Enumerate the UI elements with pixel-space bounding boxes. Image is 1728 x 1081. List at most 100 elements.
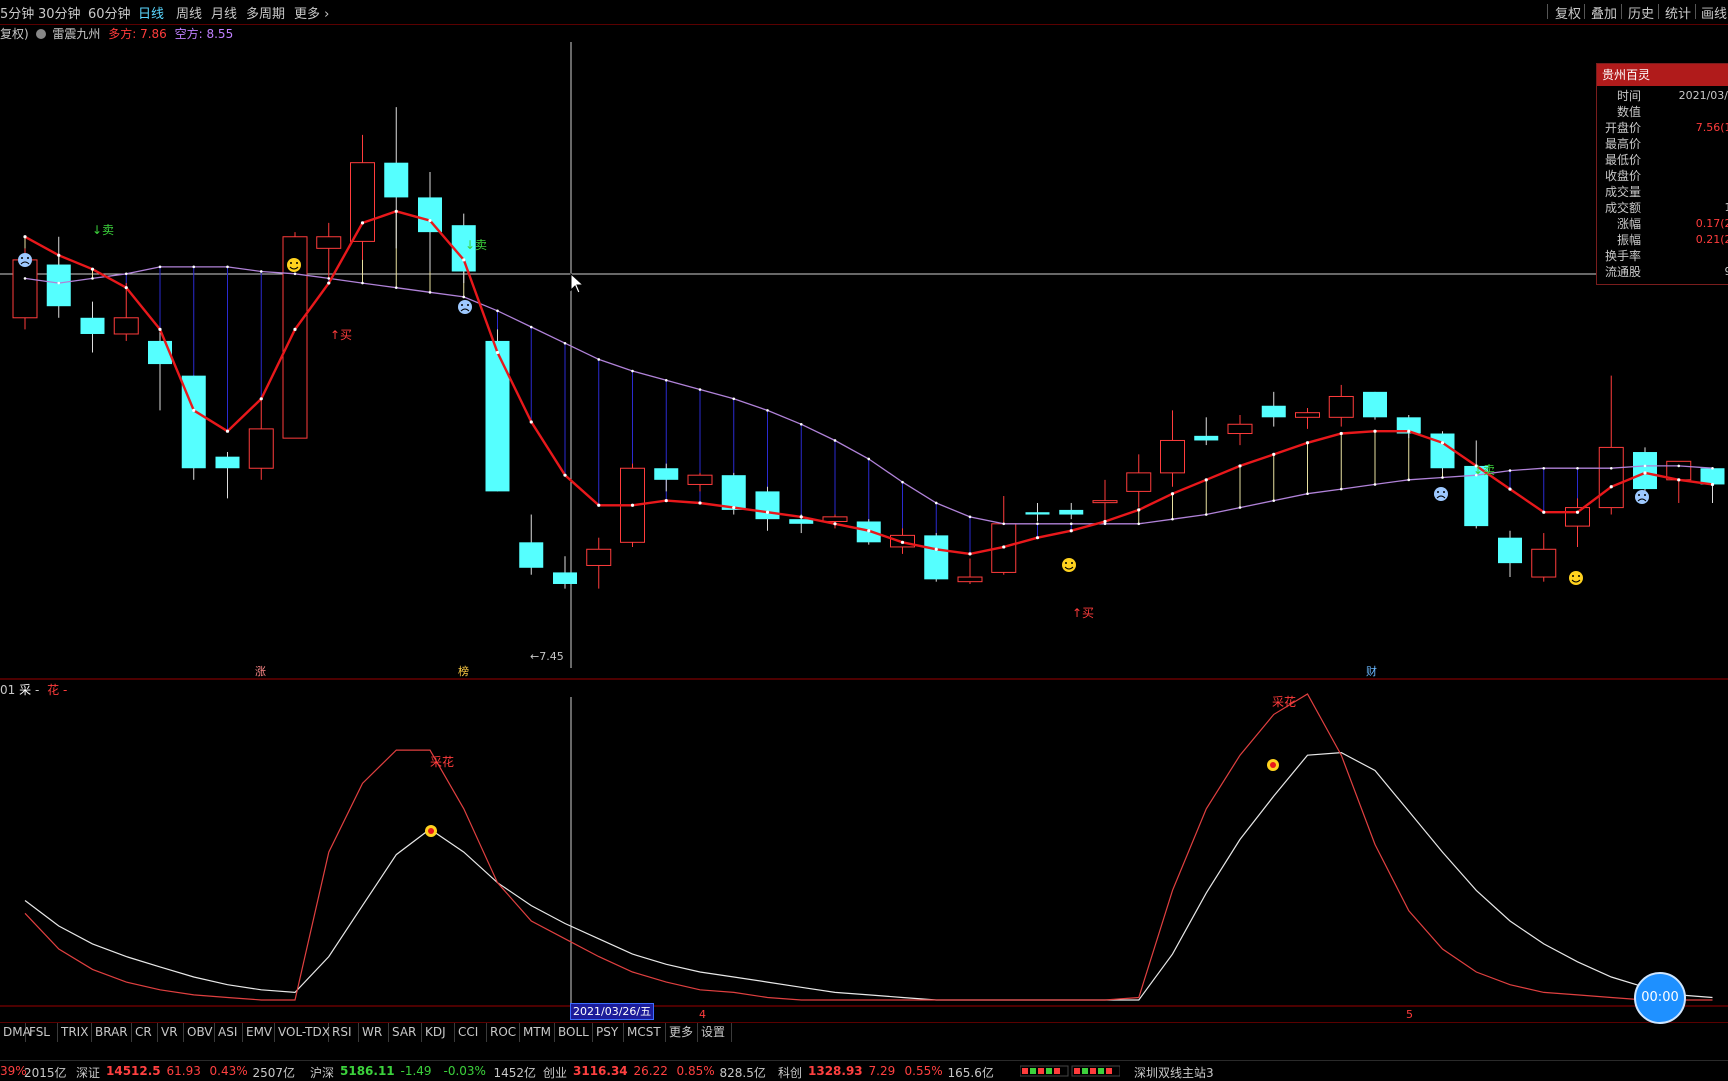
ma-fast-point	[1441, 441, 1444, 444]
indicator-tab-sar[interactable]: SAR	[389, 1023, 422, 1042]
indicator-tab-mcst[interactable]: MCST	[624, 1023, 666, 1042]
ma-slow-point	[57, 282, 60, 285]
server-name[interactable]: 深圳双线主站3	[1134, 1064, 1214, 1081]
ma-fast-point	[91, 268, 94, 271]
ma-fast-point	[1643, 471, 1646, 474]
ma-slow-point	[327, 277, 330, 280]
candle-body-down	[756, 491, 780, 519]
indicator-tab-cci[interactable]: CCI	[455, 1023, 487, 1042]
candle-body-down	[1026, 512, 1050, 514]
indicator-tab-asi[interactable]: ASI	[215, 1023, 243, 1042]
candle-body-down	[1363, 392, 1387, 417]
ma-fast-point	[968, 552, 971, 555]
event-label-finance[interactable]: 财	[1366, 664, 1377, 678]
info-row-value: 7.56(1.	[1696, 120, 1728, 136]
ma-slow-point	[1340, 488, 1343, 491]
index-amount: 165.6亿	[948, 1064, 994, 1081]
indicator-tab--[interactable]: 更多	[666, 1023, 698, 1042]
indicator-tab-brar[interactable]: BRAR	[92, 1023, 132, 1042]
ma-fast-point	[23, 235, 26, 238]
info-row-value: 9.	[1725, 264, 1728, 280]
ma-slow-point	[597, 358, 600, 361]
smile-icon	[1569, 571, 1583, 585]
event-label-rise[interactable]: 涨	[255, 665, 266, 678]
ma-slow-point	[1104, 522, 1107, 525]
kline-chart[interactable]: ↓卖 ↑买 ↓卖 ↑买 ↓卖 ←7.45 涨 榜 财 采花 采花 4 5	[0, 0, 1728, 1080]
ma-slow-point	[1542, 467, 1545, 470]
low-price-mark: ←7.45	[530, 650, 564, 663]
candle-body-down	[553, 572, 577, 584]
candle-body-down	[384, 163, 408, 198]
ma-slow-point	[429, 291, 432, 294]
indicator-tab-emv[interactable]: EMV	[243, 1023, 275, 1042]
info-row-value: 2021/03/2	[1679, 88, 1728, 104]
candle-body-up	[1127, 473, 1151, 492]
ma-fast-point	[1306, 441, 1309, 444]
indicator-tab--[interactable]: 设置	[698, 1023, 732, 1042]
ma-slow-point	[1036, 522, 1039, 525]
candle-body-up	[1329, 396, 1353, 417]
indicator-tab-boll[interactable]: BOLL	[555, 1023, 593, 1042]
indicator-tab-cr[interactable]: CR	[132, 1023, 158, 1042]
ma-slow-point	[1306, 492, 1309, 495]
indicator-name[interactable]: 采	[19, 683, 31, 697]
event-label-list[interactable]: 榜	[458, 664, 469, 678]
ma-slow-point	[1070, 522, 1073, 525]
indicator-tab-roc[interactable]: ROC	[487, 1023, 520, 1042]
ma-fast-point	[395, 210, 398, 213]
ma-fast-point	[57, 254, 60, 257]
indicator-tab-kdj[interactable]: KDJ	[422, 1023, 455, 1042]
indicator-tab-vr[interactable]: VR	[158, 1023, 184, 1042]
indicator-sep: -	[35, 683, 39, 697]
ma-fast-point	[1542, 511, 1545, 514]
buy-signal-label: ↑买	[1072, 606, 1094, 620]
ma-slow-point	[766, 409, 769, 412]
indicator-tab-trix[interactable]: TRIX	[58, 1023, 92, 1042]
candle-body-down	[1633, 452, 1657, 489]
candle-body-up	[249, 429, 273, 468]
indicator-tab-psy[interactable]: PSY	[593, 1023, 624, 1042]
info-row-label: 收盘价	[1601, 168, 1641, 184]
indicator-tab-vol-tdx[interactable]: VOL-TDX	[275, 1023, 329, 1042]
candle-body-up	[1296, 413, 1320, 418]
candle-body-up	[317, 237, 341, 249]
indicator-tab-obv[interactable]: OBV	[184, 1023, 215, 1042]
indicator-signal-label: 采花	[1272, 694, 1296, 709]
indicator-red-line	[25, 694, 1713, 1000]
candle-body-down	[1194, 436, 1218, 441]
smile-icon	[1062, 558, 1076, 572]
ma-fast-point	[800, 515, 803, 518]
candle-body-down	[418, 197, 442, 232]
indicator-tab-dma[interactable]: DMA	[0, 1023, 26, 1042]
indicator-prefix: 01	[0, 683, 15, 697]
ma-slow-point	[91, 277, 94, 280]
ma-fast-point	[1407, 430, 1410, 433]
recording-timer[interactable]: 00:00	[1634, 972, 1686, 1024]
indicator-tabs: DMAFSLTRIXBRARCRVROBVASIEMVVOL-TDXRSIWRS…	[0, 1022, 1728, 1043]
indicator-name-2[interactable]: 花	[47, 683, 59, 697]
flower-marker-icon	[425, 825, 437, 837]
candle-body-up	[1093, 501, 1117, 503]
ma-slow-point	[1610, 467, 1613, 470]
ma-slow-point	[1374, 483, 1377, 486]
index-pct: 0.43%	[210, 1064, 248, 1078]
ma-fast-point	[428, 219, 431, 222]
sad-face-icon	[1635, 490, 1649, 504]
index-amount: 828.5亿	[720, 1064, 766, 1081]
ma-slow-point	[1171, 518, 1174, 521]
candle-body-up	[1228, 424, 1252, 433]
indicator-tab-mtm[interactable]: MTM	[520, 1023, 555, 1042]
info-row-label: 时间	[1601, 88, 1641, 104]
indicator-tab-rsi[interactable]: RSI	[329, 1023, 359, 1042]
ma-fast-point	[1171, 492, 1174, 495]
indicator-tab-fsl[interactable]: FSL	[26, 1023, 58, 1042]
ma-slow-point	[192, 266, 195, 269]
ma-fast-point	[496, 351, 499, 354]
month-mark: 4	[699, 1008, 706, 1021]
ma-slow-point	[1239, 506, 1242, 509]
indicator-tab-wr[interactable]: WR	[359, 1023, 389, 1042]
ma-fast-point	[1070, 529, 1073, 532]
candle-body-up	[1599, 447, 1623, 507]
ma-slow-point	[901, 481, 904, 484]
ma-fast-point	[867, 529, 870, 532]
